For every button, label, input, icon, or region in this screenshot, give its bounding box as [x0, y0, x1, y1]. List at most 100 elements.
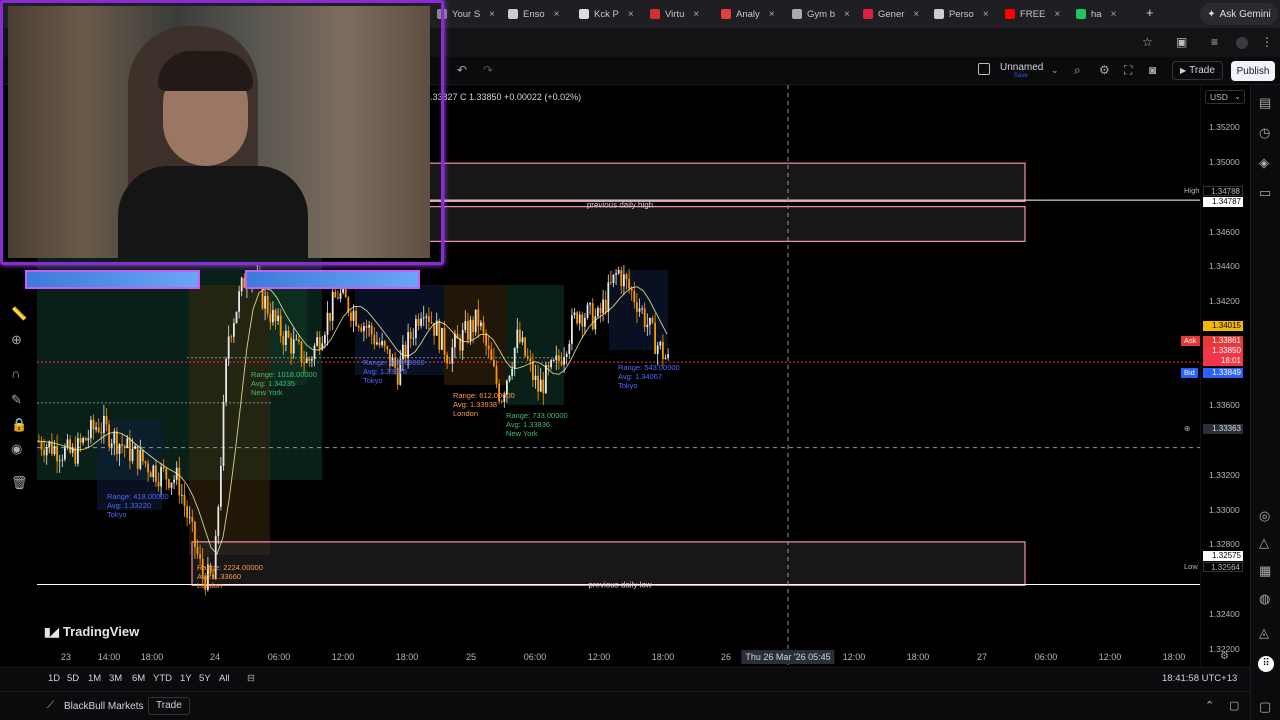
time-axis[interactable]: 23 14:00 18:00 24 06:00 12:00 18:00 25 06:00 12:0…: [37, 648, 1250, 666]
add-alert-plus-icon[interactable]: ⊕: [1181, 424, 1193, 434]
browser-tab[interactable]: Analy ×: [721, 4, 775, 24]
candle-body: [415, 319, 417, 339]
target-icon[interactable]: ◎: [1259, 508, 1270, 524]
utc-clock[interactable]: 18:41:58 UTC+13: [1162, 673, 1237, 684]
more-icon[interactable]: ⋮: [1261, 35, 1273, 49]
range-button-5y[interactable]: 5Y: [199, 673, 211, 684]
candle-body: [272, 310, 274, 323]
alerts-clock-icon[interactable]: ◷: [1259, 125, 1270, 141]
undo-icon[interactable]: ↶: [457, 63, 467, 77]
pencil-icon[interactable]: ✎: [11, 392, 22, 408]
ruler-icon[interactable]: 📏: [11, 306, 27, 322]
range-button-ytd[interactable]: YTD: [153, 673, 172, 684]
tab-close-icon[interactable]: ×: [844, 9, 850, 20]
quick-search-icon[interactable]: ⌕: [1074, 63, 1081, 78]
candle-body: [188, 517, 191, 519]
notifications-icon[interactable]: ◍: [1259, 591, 1270, 607]
range-button-5d[interactable]: 5D: [67, 673, 79, 684]
candle-body: [646, 324, 649, 328]
browser-tab[interactable]: Virtu ×: [650, 4, 699, 24]
calendar-icon[interactable]: ▦: [1259, 563, 1271, 579]
publish-button[interactable]: Publish: [1231, 61, 1275, 81]
zoom-icon[interactable]: ⊕: [11, 332, 22, 348]
candle-body: [513, 348, 516, 369]
layout-name[interactable]: Unnamed: [1000, 62, 1043, 73]
tab-favicon-icon: [650, 9, 660, 19]
candle-body: [573, 312, 576, 316]
candle-body: [95, 427, 97, 430]
browser-tab[interactable]: Perso ×: [934, 4, 989, 24]
price-tick-label: 1.32400: [1209, 608, 1240, 619]
settings-gear-icon[interactable]: ⚙: [1099, 63, 1110, 77]
date-range-calendar-icon[interactable]: ⊟: [247, 673, 255, 684]
extensions-icon[interactable]: ≡: [1211, 35, 1218, 49]
chevron-down-icon[interactable]: ⌄: [1051, 65, 1059, 76]
tab-close-icon[interactable]: ×: [913, 9, 919, 20]
fullscreen-icon[interactable]: ⛶: [1124, 63, 1132, 78]
session-stat-label: Range: 543.00000: [618, 363, 680, 372]
chevron-down-icon: ⌄: [1234, 92, 1241, 101]
candle-body: [552, 360, 555, 361]
browser-tab[interactable]: Enso ×: [508, 4, 560, 24]
range-button-1d[interactable]: 1D: [48, 673, 60, 684]
range-button-3m[interactable]: 3M: [109, 673, 122, 684]
range-button-6m[interactable]: 6M: [132, 673, 145, 684]
candle-body: [656, 345, 659, 354]
range-button-1m[interactable]: 1M: [88, 673, 101, 684]
time-tick-label: 14:00: [97, 652, 121, 662]
profile-avatar[interactable]: [1236, 37, 1248, 49]
tab-close-icon[interactable]: ×: [628, 9, 634, 20]
lock-icon[interactable]: 🔒: [11, 417, 27, 433]
layers-icon[interactable]: ◈: [1259, 155, 1269, 171]
browser-tab[interactable]: Gym b ×: [792, 4, 850, 24]
magnet-icon[interactable]: ∩: [11, 366, 20, 381]
chat-icon[interactable]: ▭: [1259, 185, 1271, 201]
browser-tab[interactable]: Kck P ×: [579, 4, 634, 24]
price-tick-label: 1.32800: [1209, 539, 1240, 550]
trash-icon[interactable]: 🗑: [11, 475, 28, 491]
layout-icon[interactable]: [978, 63, 990, 75]
help-icon[interactable]: ◬: [1259, 625, 1269, 641]
tab-close-icon[interactable]: ×: [769, 9, 775, 20]
camera-icon[interactable]: ◙: [1149, 63, 1156, 77]
axis-settings-icon[interactable]: ⚙: [1220, 651, 1229, 662]
candle-body: [633, 290, 636, 303]
trade-button[interactable]: ▶ Trade: [1172, 61, 1223, 80]
candle-body: [357, 325, 360, 328]
tab-close-icon[interactable]: ×: [554, 9, 560, 20]
sidebar-icon[interactable]: ▣: [1176, 35, 1187, 49]
tab-close-icon[interactable]: ×: [983, 9, 989, 20]
tab-close-icon[interactable]: ×: [489, 9, 495, 20]
browser-tab[interactable]: FREE ×: [1005, 4, 1060, 24]
broker-trade-button[interactable]: Trade: [148, 697, 190, 715]
browser-tab[interactable]: ha ×: [1076, 4, 1116, 24]
session-stat-label: Avg: 1.33660: [197, 572, 241, 581]
apps-grid-icon[interactable]: ⠿: [1258, 656, 1274, 672]
currency-select[interactable]: USD ⌄: [1205, 90, 1245, 104]
watchlist-icon[interactable]: ▤: [1259, 95, 1271, 111]
tab-close-icon[interactable]: ×: [693, 9, 699, 20]
candle-body: [441, 327, 443, 350]
maximize-panel-icon[interactable]: ▢: [1229, 699, 1239, 712]
range-button-1y[interactable]: 1Y: [180, 673, 192, 684]
tab-close-icon[interactable]: ×: [1111, 9, 1117, 20]
ask-gemini-button[interactable]: ✦ Ask Gemini: [1200, 3, 1278, 25]
time-tick-label: 06:00: [523, 652, 547, 662]
tab-close-icon[interactable]: ×: [1054, 9, 1060, 20]
browser-tab[interactable]: Your S ×: [437, 4, 495, 24]
browser-tab[interactable]: Gener ×: [863, 4, 919, 24]
low-label: Low: [1181, 562, 1201, 572]
session-box: [609, 270, 668, 350]
bookmark-star-icon[interactable]: ☆: [1142, 35, 1153, 49]
range-button-all[interactable]: All: [219, 673, 230, 684]
broker-name[interactable]: BlackBull Markets: [64, 701, 143, 712]
redo-icon[interactable]: ↷: [483, 63, 493, 77]
candle-body: [482, 322, 485, 333]
new-tab-button[interactable]: +: [1146, 5, 1154, 20]
collapse-up-icon[interactable]: ⌃: [1205, 699, 1214, 712]
panel-toggle-icon[interactable]: ▢: [1259, 699, 1271, 715]
candle-body: [526, 356, 529, 359]
eye-icon[interactable]: ◉: [11, 441, 22, 457]
ideas-icon[interactable]: △: [1259, 535, 1269, 551]
candle-body: [100, 431, 103, 434]
